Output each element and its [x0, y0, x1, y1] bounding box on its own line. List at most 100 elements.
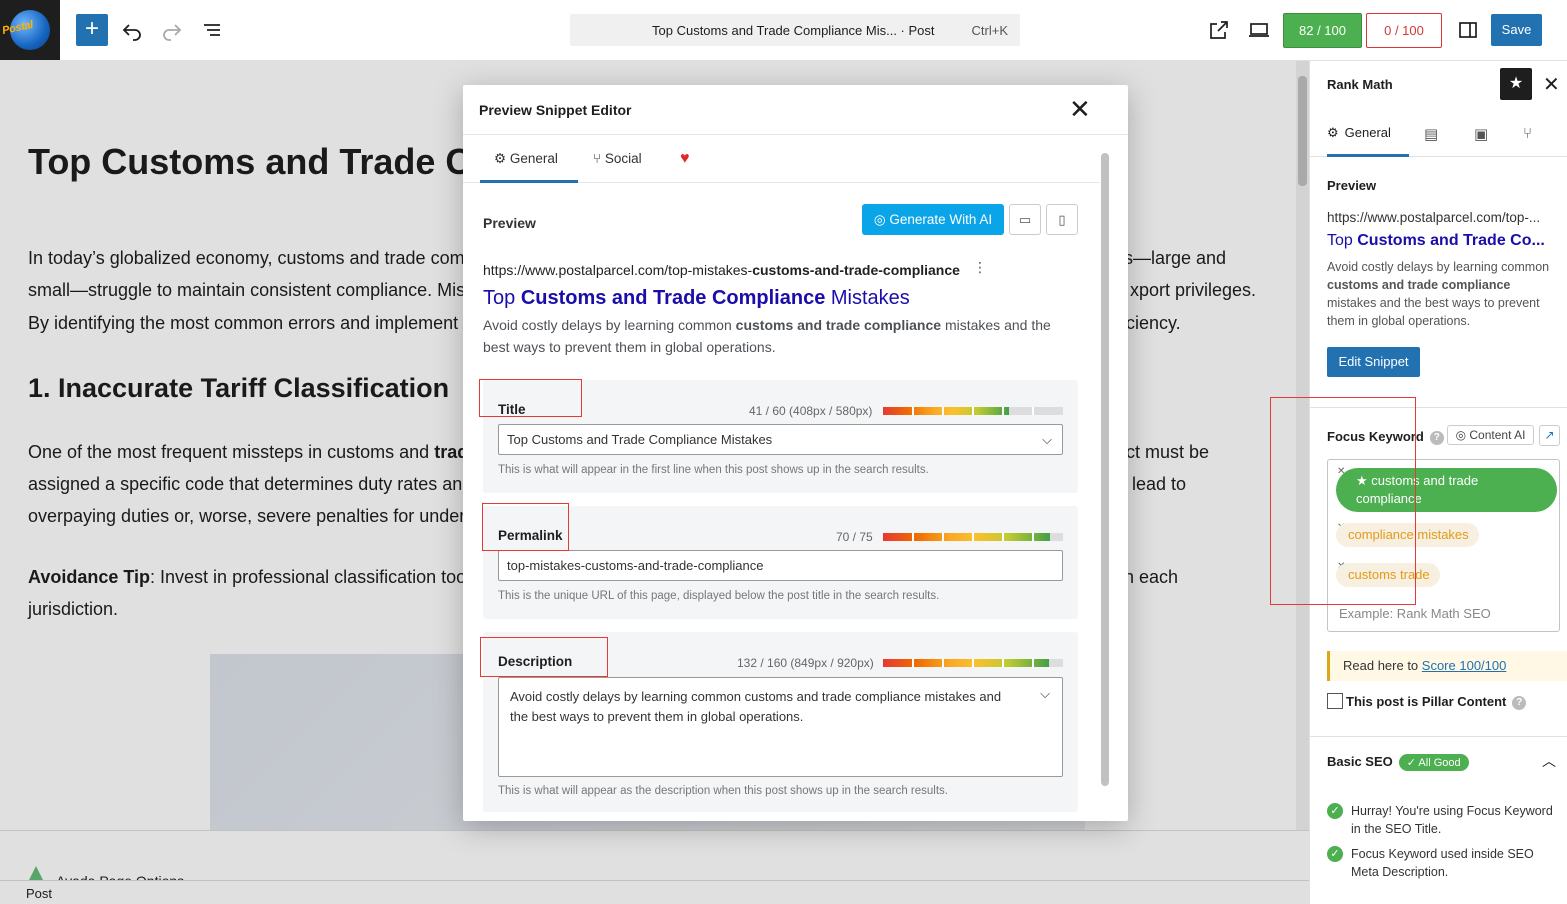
gear-icon: ⚙	[1327, 125, 1339, 140]
modal-scrollbar-thumb[interactable]	[1101, 153, 1109, 786]
description-textarea[interactable]: Avoid costly delays by learning common c…	[498, 677, 1063, 777]
tab-label: Social	[604, 151, 642, 166]
command-palette-bar[interactable]: Top Customs and Trade Compliance Mis... …	[570, 14, 1020, 46]
title-char-count: 41 / 60 (408px / 580px)	[749, 404, 873, 418]
seo-check-text: Focus Keyword used inside SEO Meta Descr…	[1351, 847, 1534, 879]
bar-segment-divider	[1032, 659, 1034, 667]
modal-scrollbar[interactable]	[1100, 135, 1128, 821]
content-ai-button[interactable]: ◎ Content AI	[1447, 425, 1534, 445]
schema-icon[interactable]: ▣	[1474, 125, 1488, 143]
desktop-preview-icon[interactable]	[1247, 18, 1271, 42]
chevron-down-icon[interactable]: ⌵	[1040, 684, 1050, 704]
trends-icon[interactable]: ↗	[1539, 425, 1560, 446]
tab-general[interactable]: ⚙ General	[480, 135, 578, 183]
preview-label: Preview	[483, 215, 536, 231]
sidebar-toggle-icon[interactable]	[1456, 18, 1480, 42]
score-tip-text: Read here to	[1343, 658, 1422, 673]
gear-icon: ⚙	[494, 151, 507, 166]
serp-title-bold: Customs and Trade Co...	[1357, 232, 1545, 249]
check-icon: ✓	[1327, 846, 1343, 862]
score-tip: Read here to Score 100/100	[1327, 651, 1567, 681]
score-link[interactable]: Score 100/100	[1422, 658, 1507, 673]
bar-segment-divider	[912, 659, 914, 667]
serp-description: Avoid costly delays by learning common c…	[483, 314, 1068, 358]
external-link-icon[interactable]	[1207, 18, 1231, 42]
sidebar-title: Rank Math	[1327, 77, 1393, 92]
keyword-placeholder: Example: Rank Math SEO	[1339, 606, 1491, 621]
serp-title-text: Top	[483, 287, 521, 309]
help-icon[interactable]: ?	[1512, 696, 1527, 710]
save-button[interactable]: Save	[1491, 14, 1542, 46]
seo-check-item: ✓ Focus Keyword used inside SEO Meta Desc…	[1327, 845, 1557, 881]
divider	[1310, 736, 1567, 737]
permalink-length-bar	[883, 533, 1063, 541]
command-shortcut: Ctrl+K	[971, 23, 1008, 38]
help-icon[interactable]: ?	[1429, 431, 1444, 445]
redo-icon[interactable]	[160, 18, 184, 42]
post-title-label: Top Customs and Trade Compliance Mis... …	[652, 23, 935, 38]
close-icon[interactable]: ✕	[1069, 95, 1091, 123]
serp-desc-bold: customs and trade compliance	[1327, 278, 1511, 292]
undo-icon[interactable]	[120, 18, 144, 42]
title-help-text: This is what will appear in the first li…	[498, 464, 929, 476]
bar-segment-divider	[1032, 533, 1034, 541]
tab-general[interactable]: ⚙ General	[1327, 113, 1409, 157]
serp-title: Top Customs and Trade Compliance Mistake…	[483, 287, 910, 310]
site-logo[interactable]: Postal	[0, 0, 60, 60]
sidebar-serp-title: Top Customs and Trade Co...	[1327, 232, 1545, 250]
title-input[interactable]: Top Customs and Trade Compliance Mistake…	[498, 424, 1063, 455]
more-options-icon[interactable]: ⋮	[973, 259, 987, 276]
title-length-fill	[883, 407, 1009, 415]
bar-segment-divider	[972, 659, 974, 667]
share-icon: ⑂	[593, 151, 602, 166]
seo-check-item: ✓ Hurray! You're using Focus Keyword in t…	[1327, 802, 1557, 838]
readability-score-badge[interactable]: 0 / 100	[1366, 13, 1442, 48]
basic-seo-header[interactable]: Basic SEO ✓ All Good	[1327, 754, 1469, 771]
permalink-char-count: 70 / 75	[836, 530, 873, 544]
description-length-fill	[883, 659, 1049, 667]
tab-social[interactable]: ⑂ Social	[593, 135, 642, 183]
seo-score-value: 82 / 100	[1299, 23, 1346, 38]
bar-segment-divider	[912, 533, 914, 541]
tab-general-label: General	[1344, 125, 1391, 140]
bar-segment-divider	[942, 533, 944, 541]
briefcase-icon[interactable]: ▤	[1424, 125, 1438, 143]
serp-title-text: Mistakes	[825, 287, 910, 309]
content-ai-label: Content AI	[1469, 428, 1526, 442]
generate-with-ai-button[interactable]: ◎ Generate With AI	[862, 204, 1004, 235]
chevron-down-icon[interactable]: ⌵	[1042, 425, 1052, 454]
close-icon[interactable]: ✕	[1543, 72, 1560, 97]
desktop-icon[interactable]: ▭	[1009, 204, 1041, 235]
permalink-field-card: Permalink 70 / 75 top-mistakes-customs-a…	[483, 506, 1078, 619]
edit-snippet-button[interactable]: Edit Snippet	[1327, 347, 1420, 377]
block-inserter-button[interactable]: +	[76, 14, 108, 46]
permalink-input[interactable]: top-mistakes-customs-and-trade-complianc…	[498, 550, 1063, 581]
heart-icon[interactable]: ♥	[680, 135, 690, 183]
bar-segment-divider	[942, 407, 944, 415]
all-good-badge: ✓ All Good	[1398, 754, 1469, 771]
bar-segment-divider	[972, 407, 974, 415]
share-icon[interactable]: ⑂	[1523, 125, 1532, 142]
serp-title-bold: Customs and Trade Compliance	[520, 287, 826, 309]
pillar-label: This post is Pillar Content	[1346, 694, 1507, 709]
checkbox[interactable]	[1327, 693, 1343, 709]
bar-segment-divider	[1002, 659, 1004, 667]
description-char-count: 132 / 160 (849px / 920px)	[737, 656, 874, 670]
star-icon[interactable]: ★	[1500, 68, 1532, 100]
editor-top-bar: Postal + Top Customs and Trade Complianc…	[0, 0, 1567, 61]
mobile-icon[interactable]: ▯	[1046, 204, 1078, 235]
chevron-up-icon[interactable]: ︿	[1542, 751, 1556, 771]
list-view-icon[interactable]	[200, 18, 224, 42]
pillar-content-checkbox[interactable]: This post is Pillar Content?	[1327, 693, 1527, 710]
sidebar-preview-label: Preview	[1327, 178, 1377, 193]
description-textarea-value: Avoid costly delays by learning common c…	[510, 689, 1002, 724]
serp-desc-bold: customs and trade compliance	[735, 317, 942, 333]
generate-ai-label: Generate With AI	[889, 212, 993, 227]
tab-label: General	[509, 151, 558, 166]
bar-segment-divider	[1032, 407, 1034, 415]
serp-desc-text: Avoid costly delays by learning common	[1327, 260, 1550, 274]
serp-desc-text: mistakes and the best ways to prevent th…	[1327, 296, 1540, 328]
highlight-box	[479, 379, 582, 417]
seo-check-text: Hurray! You're using Focus Keyword in th…	[1351, 804, 1553, 836]
seo-score-badge[interactable]: 82 / 100	[1283, 13, 1362, 48]
